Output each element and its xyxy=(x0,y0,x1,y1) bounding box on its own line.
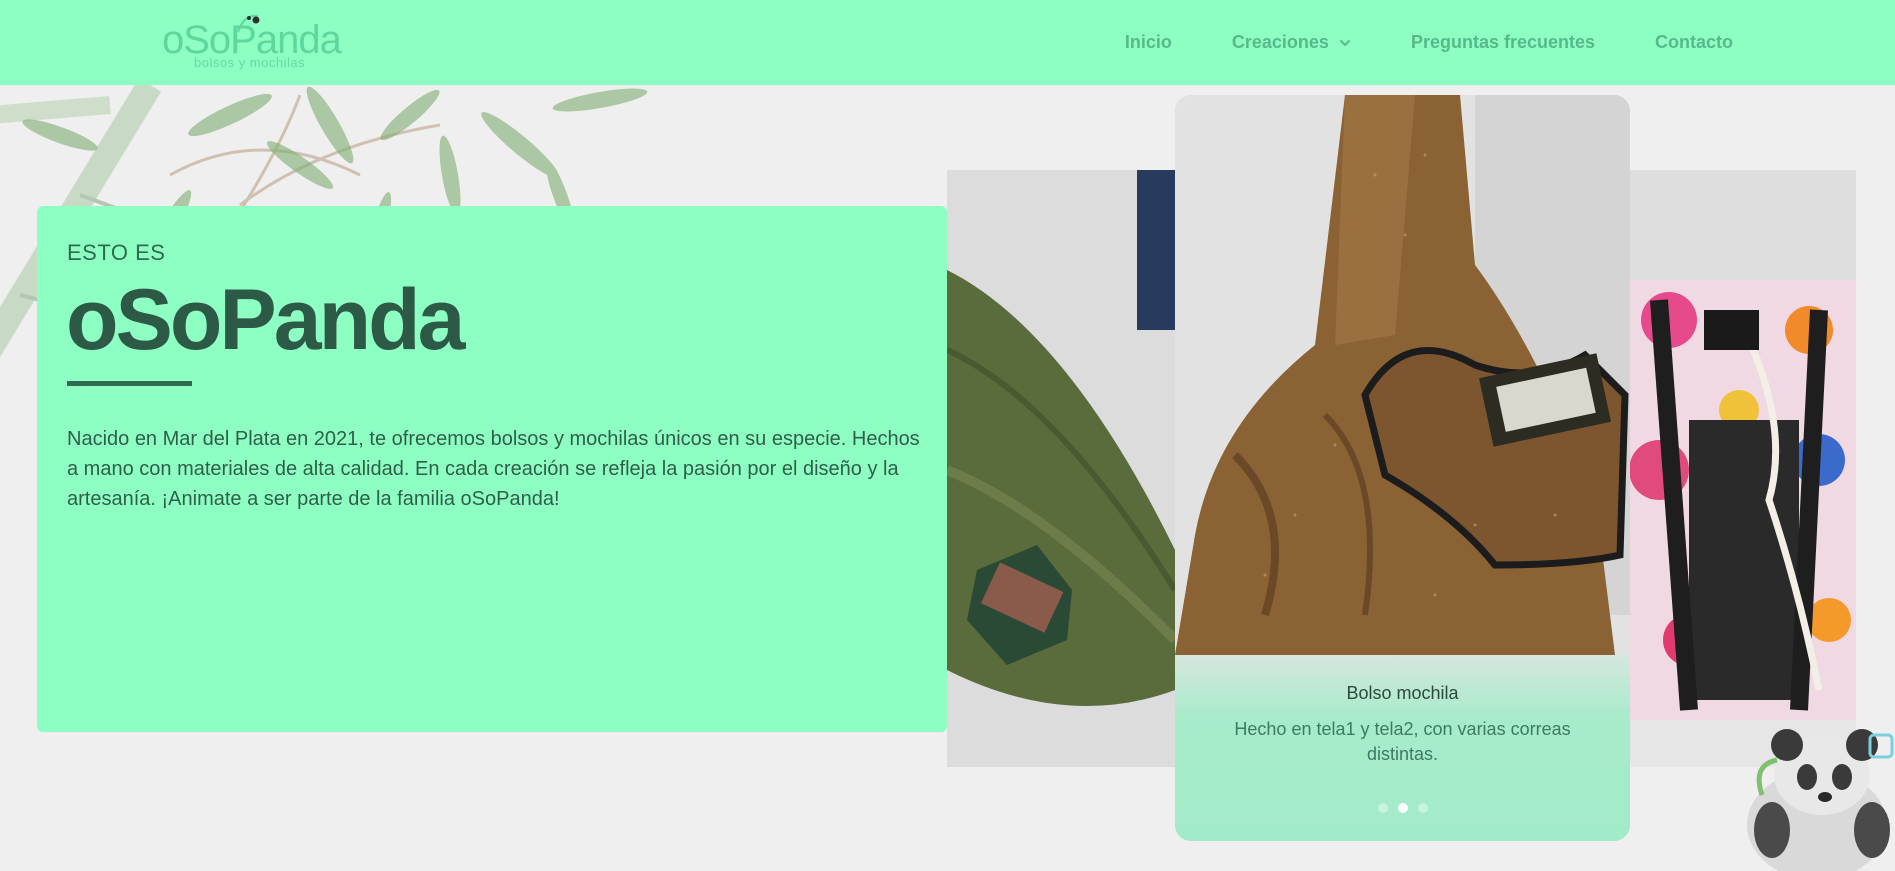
green-bag-image xyxy=(947,170,1175,767)
carousel-indicators xyxy=(1175,803,1630,813)
hero-eyebrow: ESTO ES xyxy=(67,240,166,265)
nav-item-preguntas-frecuentes[interactable]: Preguntas frecuentes xyxy=(1411,32,1595,53)
floral-backpack-image xyxy=(1629,170,1856,767)
brand-tagline: bolsos y mochilas xyxy=(194,55,306,70)
nav-item-label: Contacto xyxy=(1655,32,1733,52)
panda-logo-icon xyxy=(237,14,260,33)
carousel-caption: Bolso mochila Hecho en tela1 y tela2, co… xyxy=(1175,655,1630,841)
slide-description: Hecho en tela1 y tela2, con varias corre… xyxy=(1234,719,1571,764)
nav-item-inicio[interactable]: Inicio xyxy=(1125,32,1172,53)
carousel-slide-active[interactable]: Bolso mochila Hecho en tela1 y tela2, co… xyxy=(1175,95,1630,841)
carousel-dot-3[interactable] xyxy=(1417,803,1428,813)
nav-item-label: Inicio xyxy=(1124,32,1172,52)
brand-logo[interactable]: oSoPanda bolsos y mochilas xyxy=(162,10,352,72)
main-nav: Inicio Creaciones Preguntas frecuentes C… xyxy=(1125,0,1733,85)
panda-mascot-icon xyxy=(1747,729,1894,871)
hero-card: ESTO ES oSoPanda Nacido en Mar del Plata… xyxy=(37,206,947,732)
carousel-dot-1[interactable] xyxy=(1377,803,1388,813)
nav-item-contacto[interactable]: Contacto xyxy=(1655,32,1733,53)
hero-description: Nacido en Mar del Plata en 2021, te ofre… xyxy=(67,428,920,510)
nav-item-label: Preguntas frecuentes xyxy=(1410,32,1595,52)
carousel-dot-2[interactable] xyxy=(1397,803,1408,813)
hero-divider xyxy=(67,381,192,386)
slide-title: Bolso mochila xyxy=(1346,683,1459,703)
hero-title: oSoPanda xyxy=(66,272,466,368)
navbar: oSoPanda bolsos y mochilas Inicio Creaci… xyxy=(0,0,1895,85)
nav-item-label: Creaciones xyxy=(1231,32,1329,52)
chevron-down-icon xyxy=(1339,39,1350,46)
carousel-slide-next[interactable] xyxy=(1629,170,1856,767)
nav-item-creaciones[interactable]: Creaciones xyxy=(1232,32,1351,53)
carousel-slide-prev[interactable] xyxy=(947,170,1175,767)
